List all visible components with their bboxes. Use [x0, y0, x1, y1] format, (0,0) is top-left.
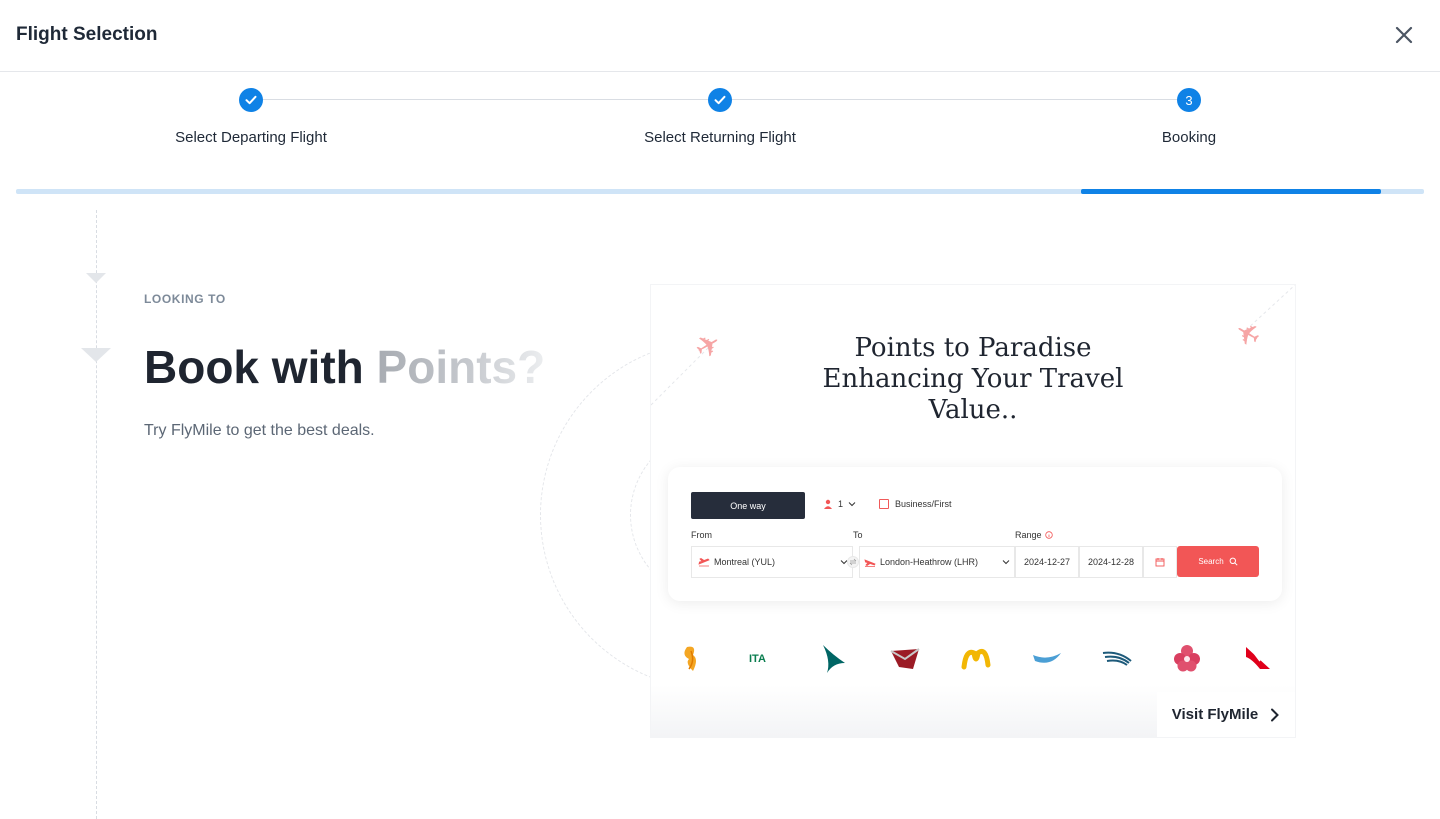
chevron-down-icon — [848, 502, 856, 507]
close-icon[interactable] — [1390, 21, 1418, 49]
garuda-logo — [1102, 651, 1132, 666]
to-label: To — [853, 530, 863, 540]
step-label: Select Departing Flight — [175, 129, 327, 146]
visit-label: Visit FlyMile — [1171, 706, 1259, 723]
headline-main: Book with — [144, 341, 377, 393]
calendar-button[interactable] — [1143, 546, 1177, 578]
person-icon — [824, 499, 832, 509]
step-returning[interactable]: Select Returning Flight — [590, 88, 850, 146]
airline-logos: ITA — [677, 641, 1277, 675]
chevron-right-icon — [1271, 708, 1280, 721]
progress-fill — [1081, 189, 1381, 194]
from-label: From — [691, 530, 712, 540]
eyebrow-label: LOOKING TO — [144, 292, 226, 306]
cabin-label: Business/First — [895, 499, 952, 509]
svg-text:ITA: ITA — [749, 653, 766, 665]
swap-icon[interactable] — [847, 556, 859, 568]
search-icon — [1229, 557, 1238, 566]
triangle-marker — [86, 273, 106, 283]
page-title: Flight Selection — [16, 24, 158, 45]
to-field[interactable]: London-Heathrow (LHR) — [859, 546, 1015, 578]
date-end-field[interactable]: 2024-12-28 — [1079, 546, 1143, 578]
step-label: Booking — [1161, 129, 1217, 146]
stepper: Select Departing Flight Select Returning… — [0, 72, 1440, 202]
chevron-down-icon — [1002, 560, 1010, 565]
headline-faded: Points? — [376, 341, 546, 393]
checkbox-box[interactable] — [879, 499, 889, 509]
to-value: London-Heathrow (LHR) — [880, 557, 979, 567]
promo-title: Points to Paradise Enhancing Your Travel… — [651, 333, 1295, 426]
trip-type-button[interactable]: One way — [691, 492, 805, 519]
step-number: 3 — [1177, 88, 1201, 112]
korean-air-logo — [1033, 653, 1061, 663]
ita-airways-logo: ITA — [749, 653, 766, 665]
passenger-selector[interactable]: 1 — [823, 499, 856, 509]
calendar-icon — [1155, 558, 1165, 567]
malaysia-airlines-logo — [961, 649, 991, 670]
virgin-australia-logo — [890, 648, 920, 669]
step-booking[interactable]: 3 Booking — [1059, 88, 1319, 146]
from-value: Montreal (YUL) — [714, 557, 776, 567]
promo-card: ✈ ✈ Points to Paradise Enhancing Your Tr… — [651, 285, 1295, 737]
date-start-field[interactable]: 2024-12-27 — [1015, 546, 1079, 578]
hero-headline: Book with Points? — [144, 340, 545, 394]
takeoff-icon — [698, 558, 710, 567]
qantas-logo — [1246, 647, 1270, 669]
china-airlines-logo — [1174, 645, 1200, 672]
search-button[interactable]: Search — [1177, 546, 1259, 577]
range-label: Range — [1015, 530, 1042, 540]
triangle-marker — [81, 348, 111, 362]
timeline-rail — [96, 210, 97, 819]
modal-header: Flight Selection — [0, 0, 1440, 72]
progress-track — [16, 189, 1424, 194]
cabin-checkbox[interactable]: Business/First — [879, 499, 952, 509]
passenger-count: 1 — [838, 499, 844, 509]
from-field[interactable]: Montreal (YUL) — [691, 546, 853, 578]
step-departing[interactable]: Select Departing Flight — [121, 88, 381, 146]
search-widget: One way 1 Business/First From To Range M… — [668, 467, 1282, 601]
range-label-wrap: Range — [1015, 530, 1053, 540]
cathay-pacific-logo — [823, 645, 845, 673]
step-label: Select Returning Flight — [644, 129, 796, 146]
search-label: Search — [1198, 557, 1224, 566]
hero-subtitle: Try FlyMile to get the best deals. — [144, 422, 375, 439]
landing-icon — [864, 559, 876, 567]
singapore-airlines-logo — [684, 646, 696, 671]
visit-flymile-link[interactable]: Visit FlyMile — [1157, 692, 1295, 737]
check-icon — [708, 88, 732, 112]
info-icon — [1044, 531, 1053, 539]
promo-title-text: Points to Paradise Enhancing Your Travel… — [822, 333, 1124, 425]
check-icon — [239, 88, 263, 112]
